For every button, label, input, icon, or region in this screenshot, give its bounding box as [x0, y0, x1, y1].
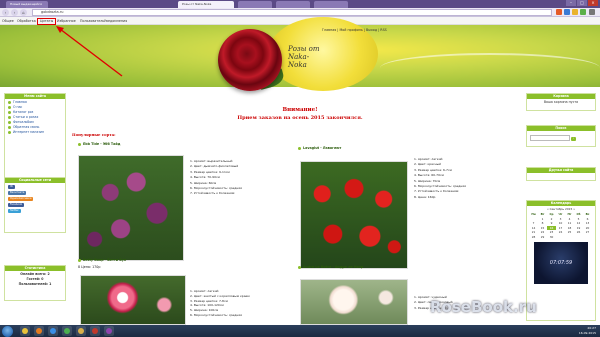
folder-icon[interactable]: [76, 326, 86, 336]
system-tray-clock[interactable]: 20:27 16.09.2015: [579, 326, 596, 336]
app-icon[interactable]: [104, 326, 114, 336]
explorer-icon[interactable]: [20, 326, 30, 336]
app-icon[interactable]: [90, 326, 100, 336]
browser-icon[interactable]: [48, 326, 58, 336]
media-player-icon[interactable]: [34, 326, 44, 336]
start-button-icon[interactable]: [2, 326, 13, 337]
chrome-icon[interactable]: [62, 326, 72, 336]
windows-taskbar: 20:27 16.09.2015: [0, 325, 600, 337]
annotation-arrow: [56, 26, 123, 77]
watermark-logo-text: RoseBook.ru: [430, 298, 537, 316]
